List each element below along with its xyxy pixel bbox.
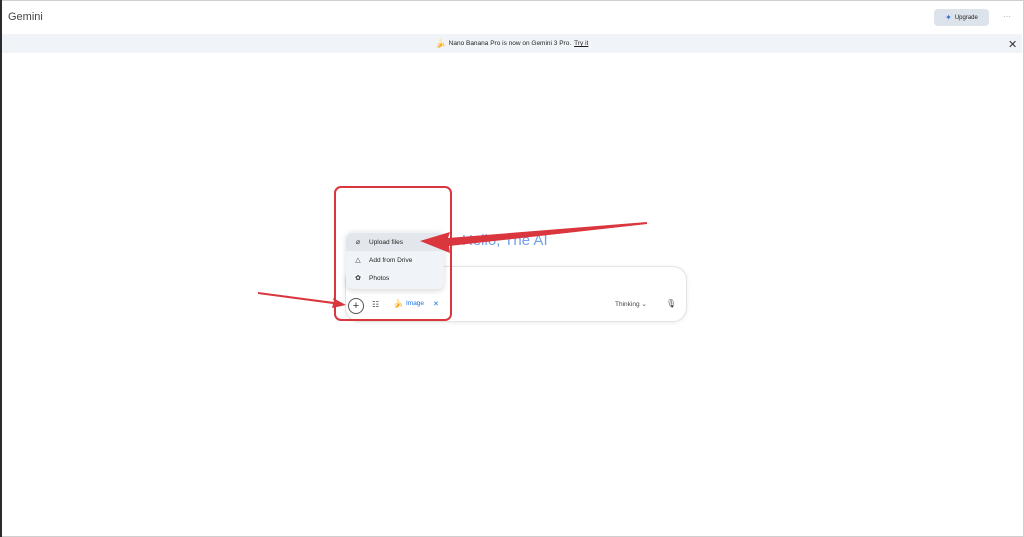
annotation-arrows [258,222,647,308]
annotation-arrow-plus [258,292,346,308]
annotation-arrow-upload [420,222,647,253]
